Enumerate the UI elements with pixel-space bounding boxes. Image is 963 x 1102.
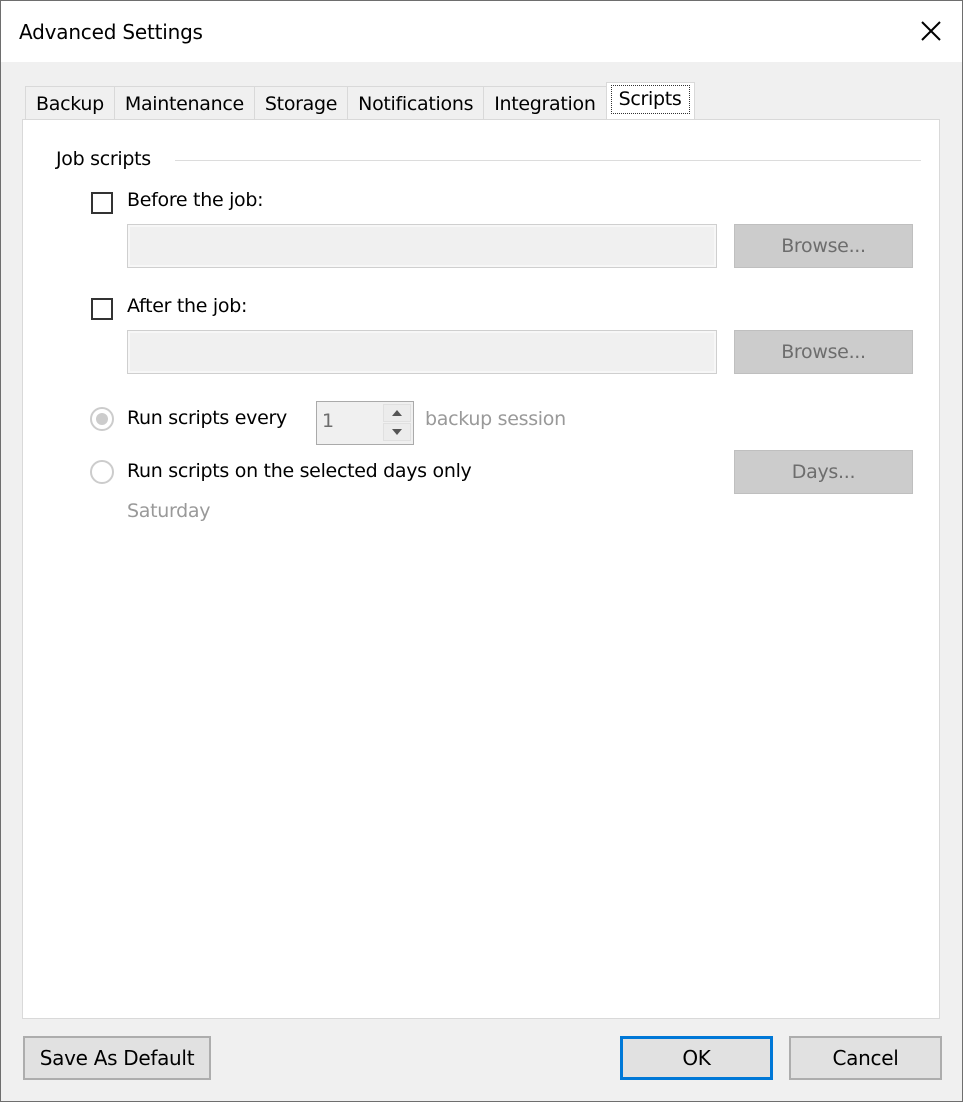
tab-backup[interactable]: Backup [25,86,115,120]
triangle-down-icon [392,429,402,435]
tab-storage[interactable]: Storage [253,86,349,120]
stepper-down-button[interactable] [383,423,411,441]
after-job-path-input[interactable] [127,330,717,374]
after-job-label: After the job: [127,295,248,317]
job-scripts-group-title: Job scripts [56,148,151,170]
cancel-button[interactable]: Cancel [789,1036,942,1080]
days-button[interactable]: Days... [734,450,913,494]
run-days-label: Run scripts on the selected days only [127,460,472,482]
stepper-up-button[interactable] [383,404,411,422]
run-every-stepper[interactable]: 1 [316,401,414,445]
save-as-default-button[interactable]: Save As Default [23,1036,211,1080]
run-every-value: 1 [322,410,335,432]
before-job-label: Before the job: [127,189,264,211]
run-every-radio[interactable] [90,407,114,431]
selected-days-text: Saturday [127,500,211,522]
tab-integration[interactable]: Integration [483,86,607,120]
triangle-up-icon [392,410,402,416]
before-job-path-input[interactable] [127,224,717,268]
tab-scripts-label: Scripts [610,85,690,114]
run-every-suffix: backup session [425,408,566,430]
run-every-label: Run scripts every [127,407,287,429]
scripts-panel: Job scripts Before the job: Browse... Af… [22,119,940,1019]
after-job-browse-button[interactable]: Browse... [734,330,913,374]
dialog-title: Advanced Settings [19,20,203,44]
tab-maintenance[interactable]: Maintenance [113,86,255,120]
before-job-browse-button[interactable]: Browse... [734,224,913,268]
run-days-radio[interactable] [90,460,114,484]
title-bar: Advanced Settings [1,1,962,62]
before-job-checkbox[interactable] [91,192,113,214]
tab-bar: Backup Maintenance Storage Notifications… [25,82,695,120]
group-divider [175,160,921,161]
close-icon [921,21,941,41]
ok-button[interactable]: OK [620,1036,773,1080]
after-job-checkbox[interactable] [91,298,113,320]
advanced-settings-dialog: Advanced Settings Backup Maintenance Sto… [0,0,963,1102]
tab-notifications[interactable]: Notifications [347,86,485,120]
tab-scripts[interactable]: Scripts [605,82,695,119]
close-button[interactable] [900,1,962,61]
